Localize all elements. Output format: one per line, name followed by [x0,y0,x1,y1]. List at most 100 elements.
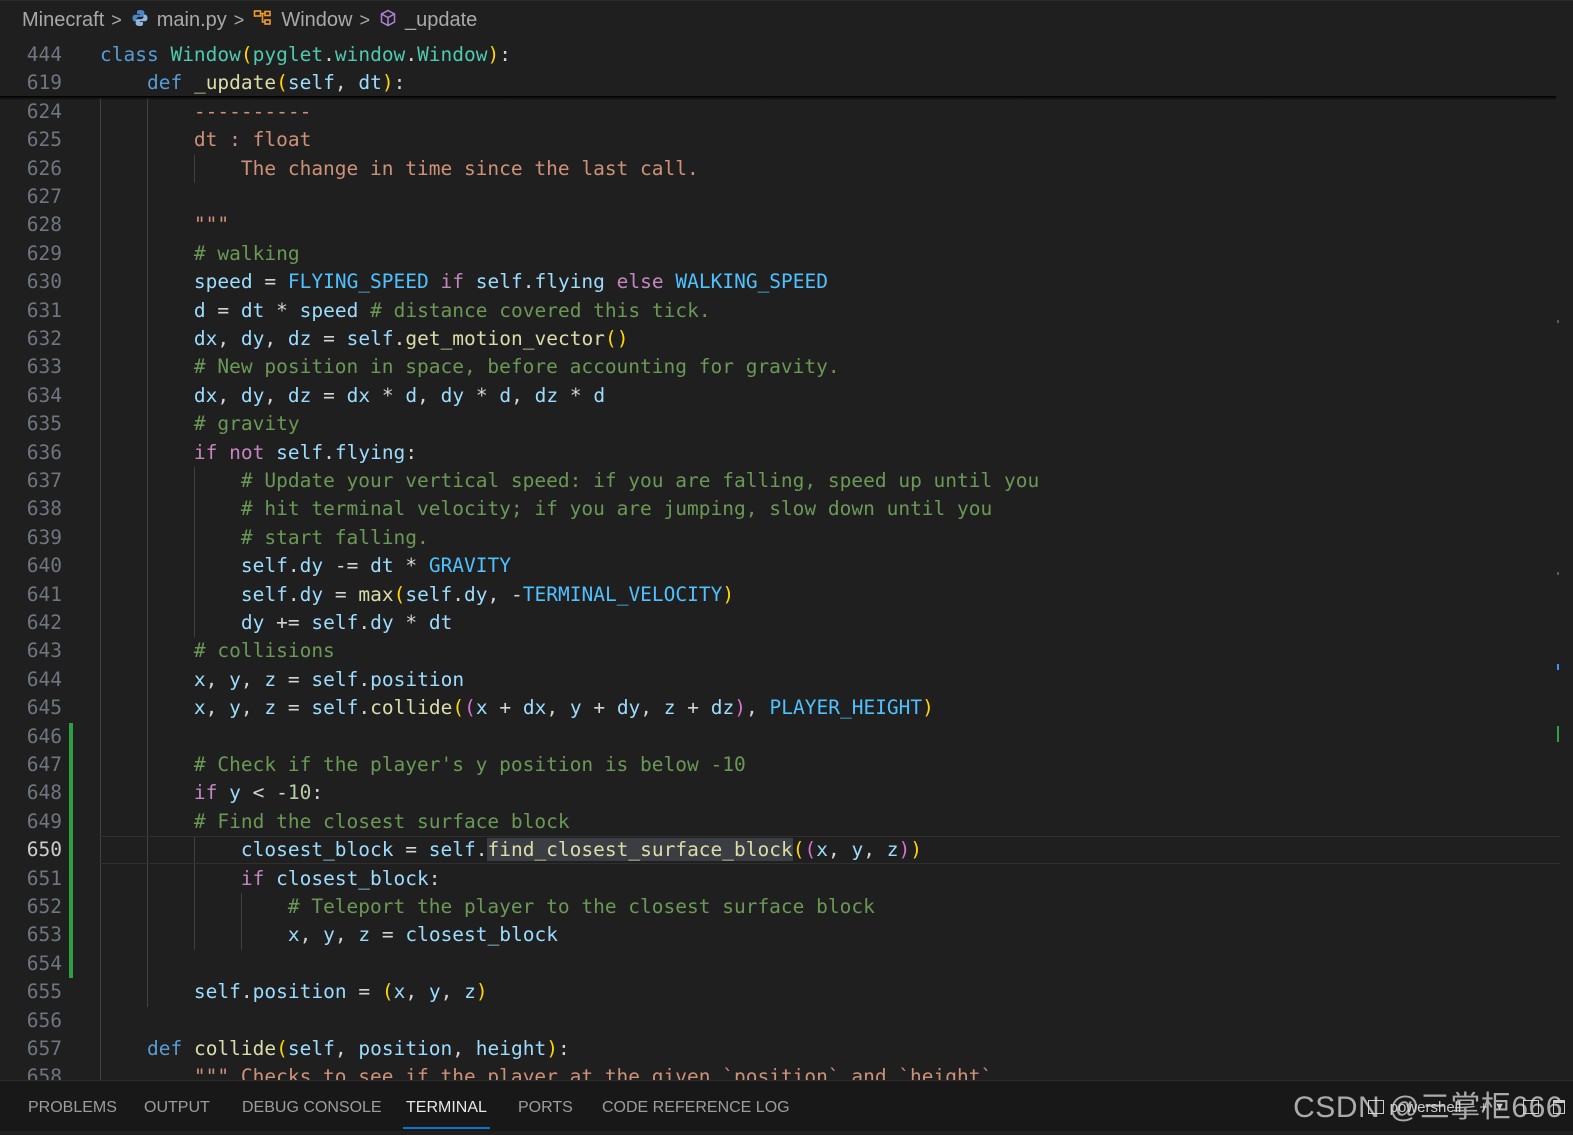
code-text[interactable]: # hit terminal velocity; if you are jump… [100,495,992,523]
code-line[interactable]: 637 # Update your vertical speed: if you… [0,467,1560,495]
code-line[interactable]: 631 d = dt * speed # distance covered th… [0,297,1560,325]
line-number[interactable]: 645 [0,694,62,722]
code-text[interactable]: # collisions [100,637,335,665]
code-line[interactable]: 624 ---------- [0,98,1560,126]
code-line[interactable]: 632 dx, dy, dz = self.get_motion_vector(… [0,325,1560,353]
line-number[interactable]: 638 [0,495,62,523]
code-editor[interactable]: 444 class Window(pyglet.window.Window): 61… [0,40,1573,1080]
line-number[interactable]: 637 [0,467,62,495]
line-number[interactable]: 652 [0,893,62,921]
line-number[interactable]: 624 [0,98,62,126]
code-line[interactable]: 634 dx, dy, dz = dx * d, dy * d, dz * d [0,382,1560,410]
breadcrumb-item-update[interactable]: _update [379,9,477,33]
tab-output[interactable]: OUTPUT [144,1081,210,1131]
line-number[interactable]: 650 [0,836,62,864]
code-line[interactable]: 641 self.dy = max(self.dy, -TERMINAL_VEL… [0,581,1560,609]
code-line[interactable]: 638 # hit terminal velocity; if you are … [0,495,1560,523]
code-line[interactable]: 658 """ Checks to see if the player at t… [0,1063,1560,1080]
code-line[interactable]: 635 # gravity [0,410,1560,438]
line-number[interactable]: 658 [0,1063,62,1080]
line-number[interactable]: 633 [0,353,62,381]
code-line[interactable]: 652 # Teleport the player to the closest… [0,893,1560,921]
tab-code-reference-log[interactable]: CODE REFERENCE LOG [602,1081,790,1131]
code-line[interactable]: 633 # New position in space, before acco… [0,353,1560,381]
code-text[interactable]: # start falling. [100,524,429,552]
code-line[interactable]: 647 # Check if the player's y position i… [0,751,1560,779]
code-text[interactable]: self.dy = max(self.dy, -TERMINAL_VELOCIT… [100,581,734,609]
code-text[interactable]: x, y, z = self.collide((x + dx, y + dy, … [100,694,934,722]
code-text[interactable]: # Check if the player's y position is be… [100,751,746,779]
line-number[interactable]: 655 [0,978,62,1006]
line-number[interactable]: 648 [0,779,62,807]
line-number[interactable]: 625 [0,126,62,154]
breadcrumb-item-main-py[interactable]: main.py [131,9,227,33]
tab-debug-console[interactable]: DEBUG CONSOLE [242,1081,382,1131]
line-number[interactable]: 653 [0,921,62,949]
code-text[interactable]: """ Checks to see if the player at the g… [100,1063,992,1080]
line-number[interactable]: 656 [0,1007,62,1035]
line-number[interactable]: 643 [0,637,62,665]
code-text[interactable]: def collide(self, position, height): [100,1035,570,1063]
line-number[interactable]: 649 [0,808,62,836]
line-number[interactable]: 444 [0,41,62,69]
code-text[interactable]: The change in time since the last call. [100,155,699,183]
line-number[interactable]: 642 [0,609,62,637]
code-text[interactable]: if not self.flying: [100,439,417,467]
tab-ports[interactable]: PORTS [518,1081,573,1131]
code-line[interactable]: 657 def collide(self, position, height): [0,1035,1560,1063]
code-line[interactable]: 650 closest_block = self.find_closest_su… [0,836,1560,864]
code-line[interactable]: 628 """ [0,211,1560,239]
code-line[interactable]: 651 if closest_block: [0,865,1560,893]
code-line[interactable]: 640 self.dy -= dt * GRAVITY [0,552,1560,580]
code-text[interactable]: # gravity [100,410,300,438]
code-text[interactable]: def _update(self, dt): [100,69,405,97]
line-number[interactable]: 646 [0,723,62,751]
code-line[interactable]: 629 # walking [0,240,1560,268]
code-text[interactable]: self.dy -= dt * GRAVITY [100,552,511,580]
line-number[interactable]: 636 [0,439,62,467]
line-number[interactable]: 629 [0,240,62,268]
code-text[interactable]: if y < -10: [100,779,323,807]
code-text[interactable]: """ [100,211,229,239]
code-line[interactable]: 625 dt : float [0,126,1560,154]
code-text[interactable]: if closest_block: [100,865,441,893]
code-line[interactable]: 627 [0,183,1560,211]
code-line[interactable]: 626 The change in time since the last ca… [0,155,1560,183]
code-line[interactable]: 645 x, y, z = self.collide((x + dx, y + … [0,694,1560,722]
code-text[interactable]: dx, dy, dz = self.get_motion_vector() [100,325,629,353]
code-line[interactable]: 649 # Find the closest surface block [0,808,1560,836]
code-text[interactable]: self.position = (x, y, z) [100,978,488,1006]
code-line[interactable]: 642 dy += self.dy * dt [0,609,1560,637]
code-text[interactable]: class Window(pyglet.window.Window): [100,41,511,69]
line-number[interactable]: 641 [0,581,62,609]
code-text[interactable]: dy += self.dy * dt [100,609,452,637]
code-text[interactable]: ---------- [100,98,311,126]
code-line[interactable]: 648 if y < -10: [0,779,1560,807]
tab-terminal[interactable]: TERMINAL [403,1081,490,1131]
code-text[interactable]: x, y, z = self.position [100,666,464,694]
breadcrumb-item-minecraft[interactable]: Minecraft [22,9,104,32]
line-number[interactable]: 647 [0,751,62,779]
code-text[interactable]: speed = FLYING_SPEED if self.flying else… [100,268,828,296]
code-line[interactable]: 639 # start falling. [0,524,1560,552]
line-number[interactable]: 631 [0,297,62,325]
code-line[interactable]: 655 self.position = (x, y, z) [0,978,1560,1006]
sticky-scroll-line[interactable]: 619 def _update(self, dt): [0,69,1560,97]
line-number[interactable]: 654 [0,950,62,978]
line-number[interactable]: 628 [0,211,62,239]
code-line[interactable]: 636 if not self.flying: [0,439,1560,467]
code-line[interactable]: 646 [0,723,1560,751]
line-number[interactable]: 651 [0,865,62,893]
line-number[interactable]: 640 [0,552,62,580]
line-number[interactable]: 632 [0,325,62,353]
code-text[interactable]: d = dt * speed # distance covered this t… [100,297,711,325]
code-line[interactable]: 654 [0,950,1560,978]
sticky-scroll-line[interactable]: 444 class Window(pyglet.window.Window): [0,41,1560,69]
line-number[interactable]: 635 [0,410,62,438]
line-number[interactable]: 626 [0,155,62,183]
line-number[interactable]: 634 [0,382,62,410]
code-line[interactable]: 656 [0,1007,1560,1035]
code-line[interactable]: 643 # collisions [0,637,1560,665]
line-number[interactable]: 644 [0,666,62,694]
code-text[interactable]: x, y, z = closest_block [100,921,558,949]
